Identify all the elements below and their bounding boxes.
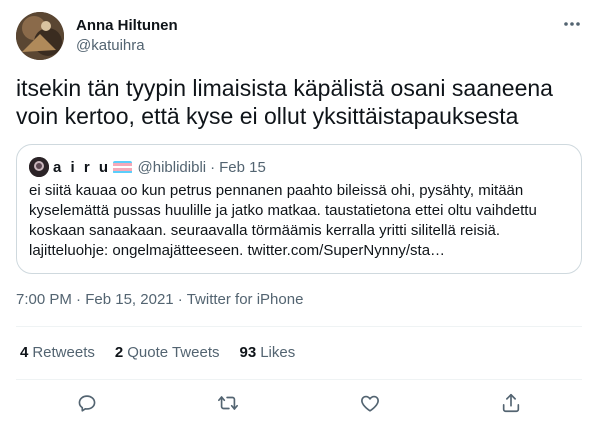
- retweets-count: 4: [20, 344, 29, 361]
- author-display-name[interactable]: Anna Hiltunen: [76, 16, 178, 36]
- likes-count: 93: [239, 344, 257, 361]
- likes-label: Likes: [260, 344, 296, 361]
- share-icon: [503, 393, 520, 413]
- tweet-text: itsekin tän tyypin limaisista käpälistä …: [16, 75, 553, 129]
- quoted-tweet[interactable]: a i r u @hiblidibli · Feb 15 ei siitä ka…: [16, 144, 582, 274]
- quotes-label: Quote Tweets: [127, 344, 220, 361]
- reply-icon: [78, 395, 96, 412]
- reply-button[interactable]: [67, 383, 107, 423]
- author-handle[interactable]: @katuihra: [76, 36, 178, 56]
- likes-stat[interactable]: 93 Likes: [240, 343, 296, 363]
- tweet-header: Anna Hiltunen @katuihra: [16, 12, 582, 60]
- quoted-date: Feb 15: [219, 158, 266, 176]
- heart-icon: [360, 395, 379, 412]
- share-button[interactable]: [491, 383, 531, 423]
- quoted-separator: ·: [210, 158, 216, 176]
- tweet-date[interactable]: Feb 15, 2021: [85, 291, 173, 308]
- transgender-flag-icon: [112, 160, 132, 174]
- retweet-button[interactable]: [208, 383, 248, 423]
- like-button[interactable]: [350, 383, 390, 423]
- tweet-meta: 7:00 PM · Feb 15, 2021 · Twitter for iPh…: [16, 290, 303, 310]
- tweet-source[interactable]: Twitter for iPhone: [187, 291, 304, 308]
- divider: [16, 326, 582, 327]
- tweet-time[interactable]: 7:00 PM: [16, 291, 72, 308]
- quoted-author-avatar: [29, 157, 49, 177]
- tweet-stats: 4 Retweets 2 Quote Tweets 93 Likes: [20, 343, 315, 363]
- quote-tweets-stat[interactable]: 2 Quote Tweets: [115, 343, 220, 363]
- retweets-label: Retweets: [32, 344, 95, 361]
- quoted-tweet-text: ei siitä kauaa oo kun petrus pennanen pa…: [29, 182, 537, 259]
- author-avatar[interactable]: [16, 12, 64, 60]
- retweets-stat[interactable]: 4 Retweets: [20, 343, 95, 363]
- quoted-tweet-header: a i r u @hiblidibli · Feb 15: [29, 157, 266, 177]
- quoted-author-handle: @hiblidibli: [137, 158, 207, 176]
- more-dots-icon[interactable]: [562, 16, 582, 32]
- meta-separator: ·: [177, 291, 183, 308]
- meta-separator: ·: [76, 291, 82, 308]
- quoted-author-display-name: a i r u: [53, 158, 111, 176]
- retweet-icon: [218, 396, 239, 410]
- action-bar: [16, 380, 582, 426]
- quotes-count: 2: [114, 344, 124, 361]
